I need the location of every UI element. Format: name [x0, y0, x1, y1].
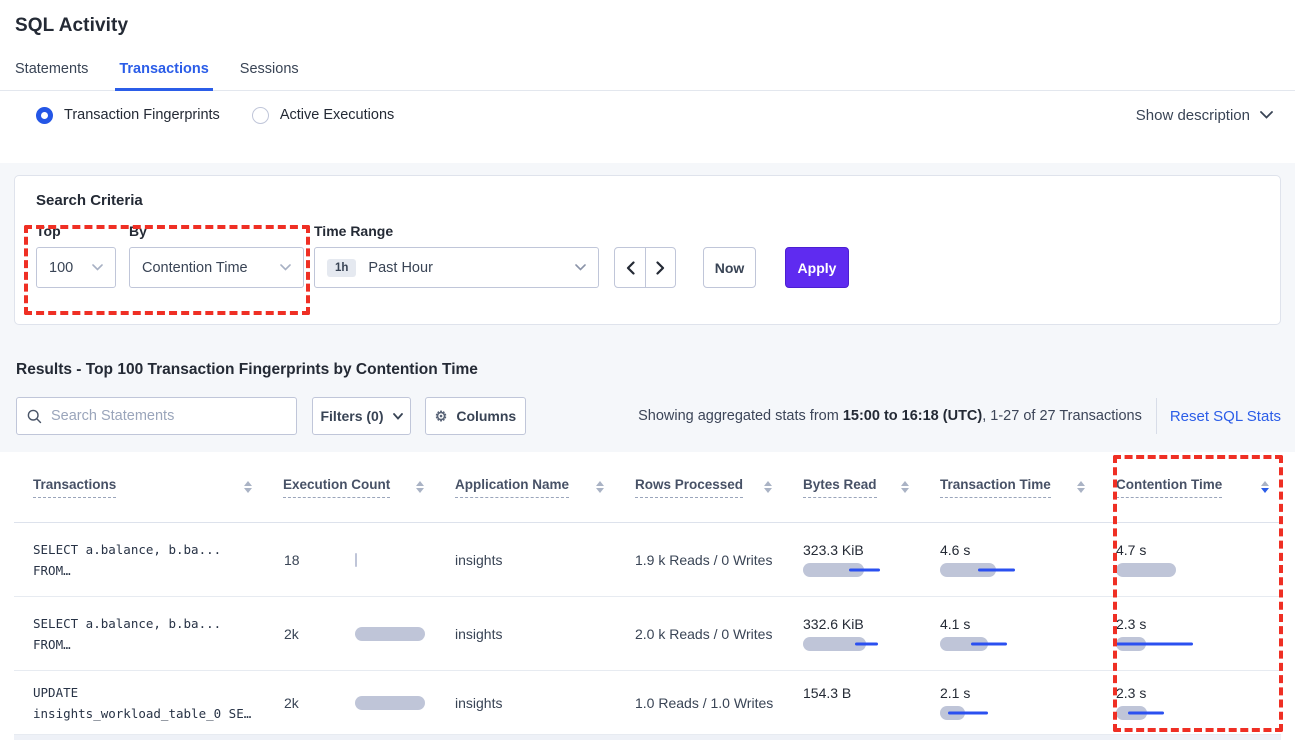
- contention-time-cell: 2.3 s: [1097, 671, 1281, 734]
- next-row-edge: [14, 735, 1281, 740]
- transaction-fingerprint-link[interactable]: SELECT a.balance, b.ba... FROM…: [14, 597, 264, 670]
- column-header-transactions[interactable]: Transactions: [14, 452, 264, 522]
- top-field: Top 100: [36, 223, 116, 288]
- aggregated-stats-text: Showing aggregated stats from 15:00 to 1…: [638, 408, 1142, 424]
- filters-button[interactable]: Filters (0): [312, 397, 411, 435]
- execution-count-cell: 2k: [264, 597, 436, 670]
- tab-transactions[interactable]: Transactions: [119, 61, 208, 90]
- transaction-time-cell: 4.1 s: [921, 597, 1097, 670]
- sort-icon[interactable]: [893, 481, 909, 493]
- execution-count-bar: [355, 696, 425, 710]
- previous-time-button[interactable]: [615, 248, 645, 287]
- search-icon: [27, 409, 42, 424]
- sort-desc-icon[interactable]: [1253, 481, 1269, 493]
- view-toggle-row: Transaction Fingerprints Active Executio…: [0, 91, 1295, 139]
- now-button[interactable]: Now: [703, 247, 756, 288]
- transaction-fingerprint-link[interactable]: SELECT a.balance, b.ba... FROM…: [14, 523, 264, 596]
- application-name-cell: insights: [436, 597, 616, 670]
- divider: [1156, 398, 1157, 434]
- column-header-contention-time[interactable]: Contention Time: [1097, 452, 1281, 522]
- execution-count-bar: [355, 553, 357, 567]
- bytes-read-cell: 332.6 KiB: [784, 597, 921, 670]
- execution-count-cell: 2k: [264, 671, 436, 734]
- radio-unselected-icon[interactable]: [252, 107, 269, 124]
- contention-time-mean-line: [1128, 712, 1164, 715]
- execution-count-cell: 18: [264, 523, 436, 596]
- top-select[interactable]: 100: [36, 247, 116, 288]
- chevron-down-icon: [92, 264, 103, 271]
- application-name-cell: insights: [436, 523, 616, 596]
- tab-sessions[interactable]: Sessions: [240, 61, 299, 90]
- bytes-read-cell: 323.3 KiB: [784, 523, 921, 596]
- rows-processed-cell: 1.0 Reads / 1.0 Writes: [616, 671, 784, 734]
- bytes-read-mean-line: [849, 569, 880, 572]
- chevron-down-icon: [393, 413, 403, 420]
- column-header-execution-count[interactable]: Execution Count: [264, 452, 436, 522]
- sort-icon[interactable]: [756, 481, 772, 493]
- rows-processed-cell: 1.9 k Reads / 0 Writes: [616, 523, 784, 596]
- search-criteria-card: Search Criteria Top 100 By Contention Ti…: [14, 175, 1281, 325]
- radio-transaction-fingerprints[interactable]: Transaction Fingerprints: [36, 107, 220, 124]
- sort-icon[interactable]: [1069, 481, 1085, 493]
- column-header-transaction-time[interactable]: Transaction Time: [921, 452, 1097, 522]
- table-row: UPDATE insights_workload_table_0 SE… 2k …: [14, 671, 1281, 735]
- page-title: SQL Activity: [0, 0, 1295, 37]
- table-header-row: Transactions Execution Count Application…: [14, 452, 1281, 523]
- by-field: By Contention Time: [129, 223, 304, 288]
- gear-icon: ⚙: [435, 408, 448, 425]
- table-row: SELECT a.balance, b.ba... FROM… 2k insig…: [14, 597, 1281, 671]
- radio-selected-icon[interactable]: [36, 107, 53, 124]
- time-range-select[interactable]: 1h Past Hour: [314, 247, 599, 288]
- search-statements-input[interactable]: [51, 408, 286, 424]
- results-heading: Results - Top 100 Transaction Fingerprin…: [16, 361, 1295, 379]
- transaction-time-mean-line: [948, 712, 988, 715]
- transaction-time-mean-line: [971, 643, 1007, 646]
- next-time-button[interactable]: [645, 248, 675, 287]
- sort-icon[interactable]: [236, 481, 252, 493]
- tab-statements[interactable]: Statements: [15, 61, 88, 90]
- transaction-fingerprint-link[interactable]: UPDATE insights_workload_table_0 SE…: [14, 671, 264, 734]
- execution-count-bar: [355, 627, 425, 641]
- application-name-cell: insights: [436, 671, 616, 734]
- chevron-down-icon: [575, 264, 586, 271]
- transaction-time-cell: 2.1 s: [921, 671, 1097, 734]
- bytes-read-mean-line: [855, 643, 878, 646]
- sort-icon[interactable]: [588, 481, 604, 493]
- column-header-bytes-read[interactable]: Bytes Read: [784, 452, 921, 522]
- contention-time-cell: 2.3 s: [1097, 597, 1281, 670]
- rows-processed-cell: 2.0 k Reads / 0 Writes: [616, 597, 784, 670]
- apply-button[interactable]: Apply: [785, 247, 849, 288]
- bytes-read-cell: 154.3 B: [784, 671, 921, 734]
- tab-bar: Statements Transactions Sessions: [0, 61, 1295, 91]
- contention-time-mean-line: [1116, 643, 1193, 646]
- results-toolbar: Filters (0) ⚙ Columns Showing aggregated…: [16, 397, 1281, 435]
- time-range-badge: 1h: [327, 259, 356, 277]
- search-statements-box[interactable]: [16, 397, 297, 435]
- show-description-toggle[interactable]: Show description: [1136, 107, 1273, 124]
- transactions-table: Transactions Execution Count Application…: [0, 452, 1295, 740]
- chevron-down-icon: [1260, 111, 1273, 119]
- by-select[interactable]: Contention Time: [129, 247, 304, 288]
- transaction-time-cell: 4.6 s: [921, 523, 1097, 596]
- time-range-field: Time Range 1h Past Hour: [314, 223, 599, 288]
- time-step-group: [614, 247, 676, 288]
- top-header: SQL Activity Statements Transactions Ses…: [0, 0, 1295, 163]
- table-row: SELECT a.balance, b.ba... FROM… 18 insig…: [14, 523, 1281, 597]
- contention-time-bar: [1116, 563, 1176, 577]
- radio-active-executions[interactable]: Active Executions: [252, 107, 394, 124]
- column-header-rows-processed[interactable]: Rows Processed: [616, 452, 784, 522]
- columns-button[interactable]: ⚙ Columns: [425, 397, 526, 435]
- transaction-time-mean-line: [978, 569, 1015, 572]
- column-header-application-name[interactable]: Application Name: [436, 452, 616, 522]
- search-criteria-title: Search Criteria: [36, 192, 1280, 209]
- contention-time-cell: 4.7 s: [1097, 523, 1281, 596]
- sort-icon[interactable]: [408, 481, 424, 493]
- chevron-down-icon: [280, 264, 291, 271]
- reset-sql-stats-link[interactable]: Reset SQL Stats: [1170, 408, 1281, 425]
